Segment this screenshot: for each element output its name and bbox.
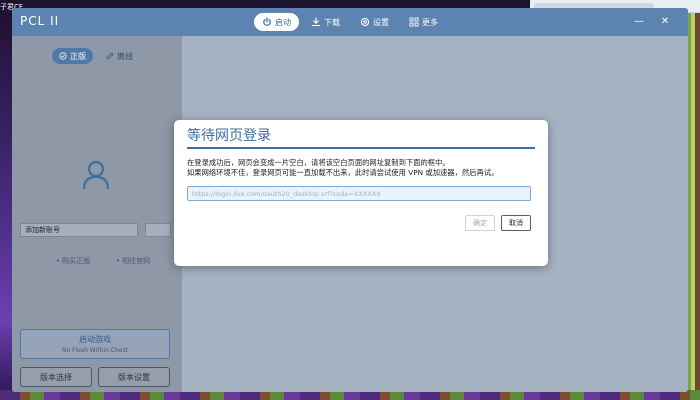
shield-check-icon xyxy=(59,52,67,60)
grid-icon xyxy=(409,17,419,27)
desktop-wallpaper-right xyxy=(686,0,700,400)
nav-more[interactable]: 更多 xyxy=(401,13,446,31)
version-select-label: 版本选择 xyxy=(40,372,72,382)
nav-launch[interactable]: 启动 xyxy=(254,13,299,31)
link-icon xyxy=(106,52,114,60)
account-extra-button[interactable] xyxy=(145,223,171,237)
app-title: PCL II xyxy=(20,14,60,28)
user-avatar-icon xyxy=(82,160,110,190)
confirm-button[interactable]: 确定 xyxy=(465,215,495,231)
dialog-message-line: 在登录成功后，网页会变成一片空白，请将该空白页面的网址复制到下面的框中。 xyxy=(187,158,450,167)
launch-title: 启动游戏 xyxy=(79,335,111,344)
launch-game-button[interactable]: 启动游戏 No Flesh Within Chest xyxy=(20,329,170,359)
cancel-label: 取消 xyxy=(509,219,523,227)
version-settings-button[interactable]: 版本设置 xyxy=(98,367,170,387)
nav-launch-label: 启动 xyxy=(275,17,291,27)
login-mode-toggle: 正版 离线 xyxy=(52,48,140,64)
dialog-message: 在登录成功后，网页会变成一片空白，请将该空白页面的网址复制到下面的框中。 如果网… xyxy=(187,158,539,178)
url-input[interactable] xyxy=(187,186,531,201)
desktop-wallpaper-left xyxy=(0,0,12,400)
buy-official-link[interactable]: • 购买正版 xyxy=(56,256,90,266)
launcher-window: PCL II 启动 下载 设置 更多 — ✕ 正版 离线 添加新账号 • 购买正… xyxy=(12,8,688,392)
version-select-button[interactable]: 版本选择 xyxy=(20,367,92,387)
mode-offline-label: 离线 xyxy=(117,51,133,61)
bullet-icon: • xyxy=(56,257,61,265)
download-icon xyxy=(311,17,321,27)
official-site-link[interactable]: • 相往官网 xyxy=(116,256,150,266)
mode-official[interactable]: 正版 xyxy=(52,48,93,64)
buy-official-label: 购买正版 xyxy=(62,257,91,265)
dialog-title: 等待网页登录 xyxy=(187,127,535,149)
nav-download-label: 下载 xyxy=(324,17,340,27)
mode-official-label: 正版 xyxy=(70,51,86,61)
official-site-label: 相往官网 xyxy=(122,257,151,265)
version-settings-label: 版本设置 xyxy=(118,372,150,382)
sidebar: 正版 离线 添加新账号 • 购买正版 • 相往官网 启动游戏 No Flesh … xyxy=(12,36,182,392)
close-button[interactable]: ✕ xyxy=(656,12,674,30)
gear-icon xyxy=(360,17,370,27)
dialog-message-line: 如果网络环境不佳，登录网页可能一直加载不出来，此时请尝试使用 VPN 或加速器，… xyxy=(187,168,499,177)
account-select[interactable]: 添加新账号 xyxy=(20,223,138,237)
mode-offline[interactable]: 离线 xyxy=(99,48,140,64)
minimize-button[interactable]: — xyxy=(630,12,648,30)
cancel-button[interactable]: 取消 xyxy=(501,215,531,231)
launch-version: No Flesh Within Chest xyxy=(62,347,128,354)
nav-download[interactable]: 下载 xyxy=(303,13,348,31)
bullet-icon: • xyxy=(116,257,121,265)
title-bar: PCL II 启动 下载 设置 更多 — ✕ xyxy=(12,8,688,36)
web-login-dialog: 等待网页登录 在登录成功后，网页会变成一片空白，请将该空白页面的网址复制到下面的… xyxy=(174,120,548,266)
nav-settings[interactable]: 设置 xyxy=(352,13,397,31)
confirm-label: 确定 xyxy=(473,219,487,227)
power-icon xyxy=(263,17,271,26)
top-nav: 启动 下载 设置 更多 xyxy=(254,13,446,31)
nav-more-label: 更多 xyxy=(422,17,438,27)
nav-settings-label: 设置 xyxy=(373,17,389,27)
account-select-value: 添加新账号 xyxy=(25,226,60,234)
minimize-icon: — xyxy=(634,15,644,27)
close-icon: ✕ xyxy=(660,15,670,27)
